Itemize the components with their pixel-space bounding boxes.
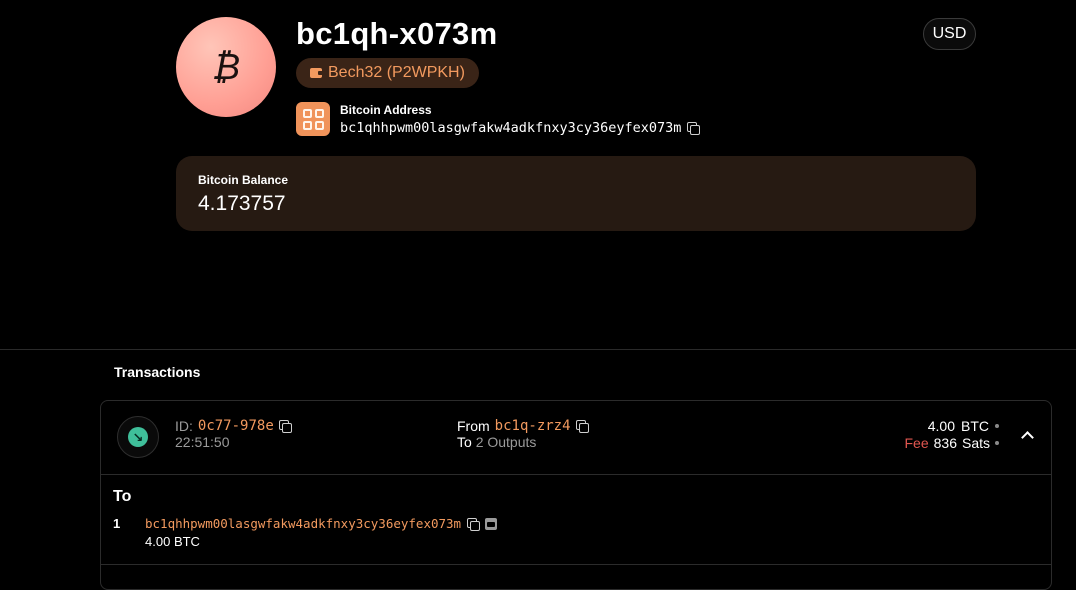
address-label: Bitcoin Address (340, 103, 432, 117)
transaction-amount: 4.00 BTC (928, 418, 999, 434)
currency-toggle-button[interactable]: USD (923, 18, 976, 50)
transactions-heading: Transactions (114, 364, 201, 380)
balance-card: Bitcoin Balance 4.173757 (176, 156, 976, 231)
balance-label: Bitcoin Balance (198, 173, 289, 187)
copy-icon[interactable] (278, 420, 292, 433)
wallet-avatar: ₿ (176, 17, 276, 117)
amount-unit: BTC (961, 418, 989, 434)
dot-icon (995, 441, 999, 445)
arrow-down-right-icon: ↘ (128, 427, 148, 447)
qr-code-button[interactable] (296, 102, 330, 136)
transaction-id-value[interactable]: 0c77-978e (198, 418, 274, 434)
transaction-time: 22:51:50 (175, 434, 230, 450)
bitcoin-icon: ₿ (211, 47, 241, 88)
output-amount: 4.00 BTC (145, 534, 200, 549)
chevron-up-icon[interactable] (1020, 428, 1034, 442)
fee-unit: Sats (961, 435, 990, 451)
transaction-card: ↘ ID: 0c77-978e 22:51:50 From bc1q-zrz4 … (100, 400, 1052, 590)
amount-value: 4.00 (927, 418, 955, 434)
outputs-count: 2 Outputs (475, 434, 537, 450)
fee-value: 836 (933, 435, 957, 451)
from-address-link[interactable]: bc1q-zrz4 (495, 418, 571, 434)
output-address-link[interactable]: bc1qhhpwm00lasgwfakw4adkfnxy3cy36eyfex07… (145, 516, 461, 531)
wallet-title: bc1qh-x073m (296, 16, 498, 51)
output-index: 1 (113, 516, 121, 531)
transaction-to: To 2 Outputs (457, 434, 537, 450)
divider (101, 474, 1051, 475)
address-type-label: Bech32 (P2WPKH) (328, 64, 465, 81)
dot-icon (995, 424, 999, 428)
address-row: bc1qhhpwm00lasgwfakw4adkfnxy3cy36eyfex07… (340, 120, 701, 136)
transaction-fee: Fee 836 Sats (904, 435, 999, 451)
wallet-card-icon[interactable] (485, 517, 498, 530)
qr-code-icon (302, 108, 312, 118)
divider (101, 564, 1051, 565)
copy-icon[interactable] (687, 122, 701, 135)
section-divider (0, 349, 1076, 350)
copy-icon[interactable] (467, 517, 481, 531)
address-value: bc1qhhpwm00lasgwfakw4adkfnxy3cy36eyfex07… (340, 120, 682, 136)
balance-value: 4.173757 (198, 192, 286, 215)
outputs-heading: To (113, 488, 132, 505)
fee-label: Fee (904, 435, 929, 451)
wallet-icon (310, 68, 323, 78)
transaction-id: ID: 0c77-978e (175, 418, 292, 434)
transaction-direction: ↘ (117, 416, 159, 458)
address-type-badge: Bech32 (P2WPKH) (296, 58, 479, 88)
output-address-row: bc1qhhpwm00lasgwfakw4adkfnxy3cy36eyfex07… (145, 516, 498, 531)
copy-icon[interactable] (575, 420, 589, 433)
transaction-from: From bc1q-zrz4 (457, 418, 589, 434)
